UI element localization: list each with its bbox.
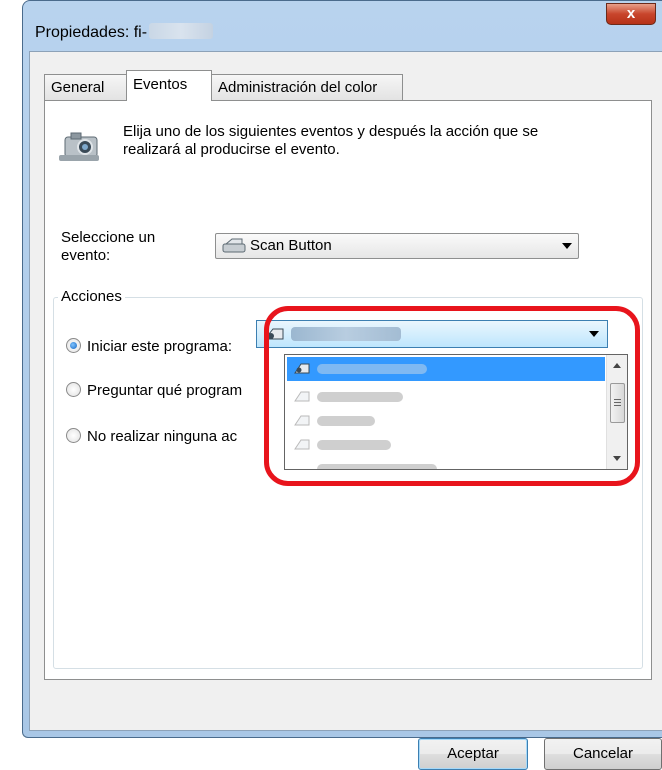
close-button[interactable]: x [606, 3, 656, 25]
events-description: Elija uno de los siguientes eventos y de… [123, 123, 539, 158]
tab-color-management[interactable]: Administración del color [211, 74, 403, 100]
red-highlight-annotation [264, 306, 640, 486]
close-icon: x [626, 5, 636, 22]
selected-event: Scan Button [250, 237, 332, 254]
tab-eventos[interactable]: Eventos [126, 70, 212, 101]
tab-general[interactable]: General [44, 74, 128, 100]
camera-icon [59, 132, 99, 161]
radio-no-action[interactable]: No realizar ninguna ac [66, 428, 237, 445]
radio-unchecked-icon [66, 382, 81, 397]
radio-checked-icon [66, 338, 81, 353]
actions-group-title: Acciones [58, 288, 125, 305]
redacted-model-name [149, 23, 214, 39]
radio-unchecked-icon [66, 428, 81, 443]
event-select-label: Seleccione un evento: [61, 229, 156, 264]
chevron-down-icon [562, 243, 572, 249]
cancel-button[interactable]: Cancelar [544, 738, 662, 770]
radio-start-program[interactable]: Iniciar este programa: [66, 338, 232, 355]
window-title: Propiedades: fi- [35, 23, 214, 42]
scanner-icon [222, 238, 246, 253]
ok-button[interactable]: Aceptar [418, 738, 528, 770]
event-select[interactable]: Scan Button [215, 233, 579, 259]
title-bar[interactable]: Propiedades: fi- x [23, 1, 662, 57]
radio-ask-program[interactable]: Preguntar qué program [66, 382, 242, 399]
